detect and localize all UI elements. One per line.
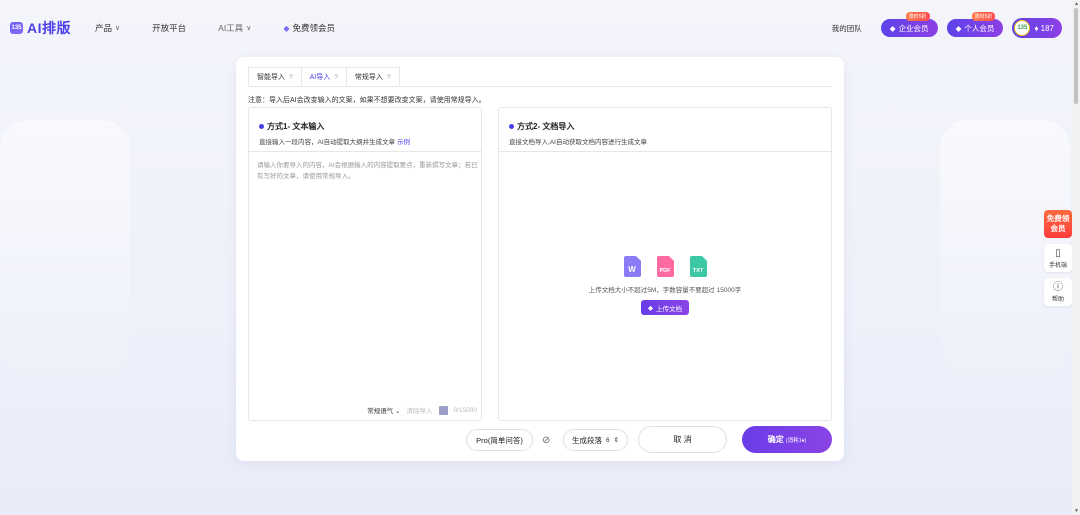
main-nav: 产品 ∨ 开放平台 AI工具 ∨ ◆ 免费领会员	[95, 22, 367, 34]
phone-icon: ▯	[1055, 248, 1061, 259]
method2-subtitle: 直接文档导入,AI自动获取文档内容进行生成文章	[509, 139, 647, 146]
panel-title: 方式2- 文档导入	[509, 121, 831, 132]
nav-ai-tools-label: AI工具	[218, 23, 244, 33]
tab-regular-import[interactable]: 常规导入 ?	[345, 67, 400, 86]
mobile-label: 手机端	[1048, 263, 1067, 269]
nav-open-platform-label: 开放平台	[152, 23, 187, 33]
scroll-down-icon[interactable]: ▼	[1074, 508, 1079, 514]
cancel-button[interactable]: 取 消	[638, 426, 727, 453]
floating-sidebar: 免费领会员 ▯ 手机端 ⓘ 帮助	[1044, 210, 1072, 306]
enterprise-vip-label: 企业会员	[898, 23, 929, 33]
char-count: 0/15000	[453, 406, 478, 414]
panel-title: 方式1- 文本输入	[259, 121, 481, 132]
chevron-down-icon: ∨	[246, 25, 252, 32]
diamond-icon: ◆	[889, 23, 896, 33]
tab-label: 常规导入	[354, 74, 383, 81]
my-team-link[interactable]: 我的团队	[832, 23, 862, 34]
example-link[interactable]: 示例	[397, 139, 410, 146]
word-file-icon: W	[623, 256, 641, 277]
text-input-panel: 方式1- 文本输入 直接输入一段内容，AI自动提取大纲并生成文章 示例 请输入你…	[248, 107, 482, 421]
help-label: 帮助	[1051, 297, 1064, 303]
personal-vip-label: 个人会员	[964, 23, 995, 33]
help-button[interactable]: ⓘ 帮助	[1044, 278, 1072, 306]
document-upload-panel: 方式2- 文档导入 直接文档导入,AI自动获取文档内容进行生成文章 W PDF …	[498, 107, 832, 421]
points-balance[interactable]: 135 ♦ 187	[1012, 18, 1062, 38]
import-notice: 注意：导入后AI会改变输入的文案，如果不想要改变文案，请使用常规导入。	[248, 97, 486, 104]
tab-smart-import[interactable]: 智能导入 ?	[248, 67, 302, 86]
dialog-controls: Pro(简单问答) ⊘ 生成段落 6 ⇕ 取 消 确定 (消耗1♦)	[236, 426, 844, 454]
tab-label: 智能导入	[257, 74, 285, 81]
confirm-cost: (消耗1♦)	[785, 437, 807, 444]
promo-tag: 限时5折	[971, 12, 996, 21]
free-membership-float-button[interactable]: 免费领会员	[1044, 210, 1072, 238]
scroll-up-icon[interactable]: ▲	[1074, 1, 1079, 7]
diamond-icon: ◆	[648, 304, 653, 312]
clear-icon[interactable]	[438, 405, 448, 415]
bullet-dot-icon	[259, 124, 264, 129]
nav-products[interactable]: 产品 ∨	[95, 22, 120, 34]
logo-mark: 135	[10, 22, 23, 34]
logo-text: AI排版	[27, 20, 71, 36]
import-dialog: 智能导入 ? AI导入 ? 常规导入 ? 注意：导入后AI会改变输入的文案，如果…	[236, 57, 844, 461]
tone-select-label: 常规语气	[367, 408, 394, 415]
decorative-panel-left	[0, 120, 130, 380]
tab-ai-import[interactable]: AI导入 ?	[300, 67, 347, 86]
confirm-label: 确定	[767, 435, 784, 444]
method1-subtitle: 直接输入一段内容，AI自动提取大纲并生成文章	[259, 139, 396, 146]
top-navbar: 135 AI排版 产品 ∨ 开放平台 AI工具 ∨ ◆ 免费领会员 我的团队 限…	[0, 0, 1072, 56]
pdf-file-icon: PDF	[656, 256, 674, 277]
points-value: ♦ 187	[1034, 23, 1054, 33]
panel-header: 方式1- 文本输入 直接输入一段内容，AI自动提取大纲并生成文章 示例	[249, 108, 481, 152]
page-scrollbar[interactable]: ▲ ▼	[1072, 0, 1080, 515]
personal-vip-button[interactable]: 限时5折 ◆ 个人会员	[946, 12, 1004, 37]
import-tabs: 智能导入 ? AI导入 ? 常规导入 ?	[248, 67, 400, 86]
user-nav: 我的团队 限时5折 ◆ 企业会员 限时5折 ◆ 个人会员 135 ♦ 187	[832, 0, 1062, 56]
scroll-thumb[interactable]	[1074, 8, 1078, 104]
generate-count: 6	[605, 436, 610, 444]
txt-file-icon: TXT	[689, 256, 707, 277]
diamond-icon: ◆	[283, 23, 290, 33]
tone-select[interactable]: 常规语气 ⌄	[367, 405, 400, 415]
panel-header: 方式2- 文档导入 直接文档导入,AI自动获取文档内容进行生成文章	[499, 108, 831, 152]
chevron-down-icon: ⌄	[395, 408, 401, 415]
enterprise-vip-button[interactable]: 限时5折 ◆ 企业会员	[880, 12, 938, 37]
chevron-down-icon: ∨	[115, 25, 121, 32]
tab-label: AI导入	[309, 74, 331, 81]
help-circle-icon[interactable]: ?	[289, 74, 293, 81]
generate-paragraphs-select[interactable]: 生成段落 6 ⇕	[563, 429, 628, 451]
mobile-button[interactable]: ▯ 手机端	[1044, 244, 1072, 272]
generate-label: 生成段落	[571, 435, 602, 445]
upload-document-label: 上传文档	[656, 305, 682, 313]
panel-subtitle: 直接输入一段内容，AI自动提取大纲并生成文章 示例	[259, 136, 481, 146]
help-circle-icon[interactable]: ?	[387, 74, 391, 81]
help-circle-icon: ⓘ	[1053, 282, 1063, 293]
stepper-icon: ⇕	[613, 437, 620, 444]
diamond-icon: ◆	[955, 23, 962, 33]
content-textarea[interactable]: 请输入你要导入的内容，AI会根据输入的内容提取要点，重新撰写文章；若已有写好的文…	[257, 160, 479, 200]
nav-open-platform[interactable]: 开放平台	[152, 22, 186, 34]
nav-free-membership-label: 免费领会员	[292, 23, 335, 33]
upload-hint: 上传文档大小不超过5M，字数容量不要超过 15000字	[588, 287, 742, 294]
clear-import-button[interactable]: 清除导入	[407, 405, 433, 415]
method1-title: 方式1- 文本输入	[267, 122, 325, 131]
upload-document-button[interactable]: ◆ 上传文档	[641, 300, 689, 315]
tabs-divider	[248, 86, 832, 87]
promo-tag: 限时5折	[905, 12, 930, 21]
upload-area[interactable]: W PDF TXT 上传文档大小不超过5M，字数容量不要超过 15000字 ◆ …	[499, 256, 831, 315]
logo[interactable]: 135 AI排版	[10, 18, 71, 38]
avatar: 135	[1014, 20, 1031, 36]
bullet-dot-icon	[509, 124, 514, 129]
nav-free-membership[interactable]: ◆ 免费领会员	[283, 22, 335, 34]
pro-mode-button[interactable]: Pro(简单问答)	[466, 429, 533, 451]
file-type-icons: W PDF TXT	[499, 256, 831, 277]
confirm-button[interactable]: 确定 (消耗1♦)	[742, 426, 832, 453]
nav-products-label: 产品	[95, 23, 113, 33]
nav-ai-tools[interactable]: AI工具 ∨	[218, 22, 251, 34]
method2-title: 方式2- 文档导入	[517, 122, 575, 131]
help-circle-icon[interactable]: ?	[334, 74, 338, 81]
textarea-footer: 常规语气 ⌄ 清除导入 0/15000	[367, 405, 477, 415]
mask-icon[interactable]: ⊘	[542, 435, 550, 446]
